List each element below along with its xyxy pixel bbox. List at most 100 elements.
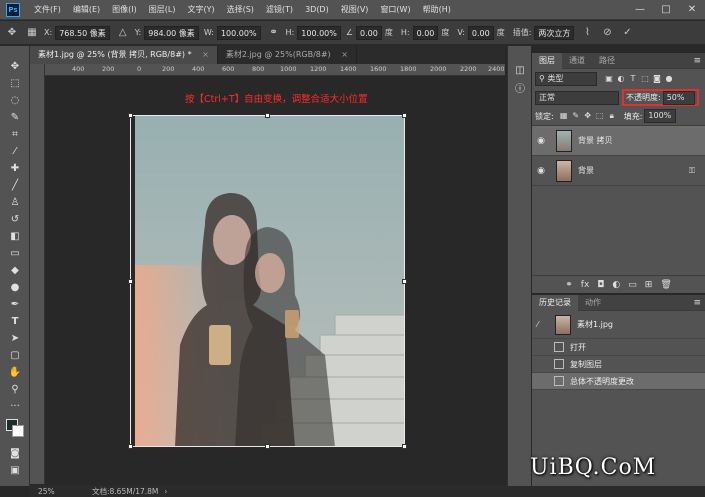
w-input[interactable]: 100.00% <box>216 25 261 40</box>
menu-filter[interactable]: 滤镜(T) <box>260 4 299 15</box>
shape-tool-icon[interactable]: ▢ <box>0 347 30 364</box>
filter-toggle-icon[interactable]: ● <box>663 73 675 85</box>
close-button[interactable]: ✕ <box>679 0 705 20</box>
horizontal-ruler[interactable]: 400 200 0 200 400 600 800 1000 1200 1400… <box>45 64 505 76</box>
layer-item-background[interactable]: ◉ 背景 ⚿ <box>532 156 705 186</box>
document-size[interactable]: 文档:8.65M/17.8M <box>92 486 158 497</box>
info-icon[interactable]: ⓘ <box>508 79 532 96</box>
crop-tool-icon[interactable]: ⌗ <box>0 126 30 143</box>
link-layers-icon[interactable]: ⚭ <box>565 280 573 290</box>
transform-handle-left[interactable] <box>128 279 133 284</box>
quick-mask-icon[interactable]: ◙ <box>0 445 30 462</box>
lock-all-icon[interactable]: 🔒︎ <box>606 110 618 122</box>
v-skew-input[interactable]: 0.00 <box>467 25 494 40</box>
stamp-tool-icon[interactable]: ♙ <box>0 194 30 211</box>
free-transform-bounding-box[interactable] <box>128 113 407 449</box>
blur-tool-icon[interactable]: ◆ <box>0 262 30 279</box>
lock-position-icon[interactable]: ✥ <box>582 110 594 122</box>
menu-image[interactable]: 图像(I) <box>106 4 143 15</box>
interp-select[interactable]: 两次立方 <box>534 25 575 40</box>
tab-close-icon[interactable]: × <box>202 50 209 59</box>
move-tool-icon[interactable]: ✥ <box>0 58 30 75</box>
status-arrow-icon[interactable]: › <box>164 487 167 496</box>
vertical-ruler[interactable] <box>30 64 45 484</box>
history-item[interactable]: 复制图层 <box>532 356 705 373</box>
filter-type-icon[interactable]: T <box>627 73 639 85</box>
delete-layer-icon[interactable]: 🗑︎ <box>660 280 671 290</box>
history-brush-tool-icon[interactable]: ↺ <box>0 211 30 228</box>
eraser-tool-icon[interactable]: ◧ <box>0 228 30 245</box>
add-mask-icon[interactable]: ◘ <box>597 280 604 290</box>
lock-artboard-icon[interactable]: ⬚ <box>594 110 606 122</box>
history-snapshot[interactable]: ⁄ 素材1.jpg <box>532 311 705 339</box>
menu-3d[interactable]: 3D(D) <box>299 5 335 14</box>
marquee-tool-icon[interactable]: ⬚ <box>0 75 30 92</box>
pen-tool-icon[interactable]: ✒ <box>0 296 30 313</box>
new-group-icon[interactable]: ▭ <box>628 280 637 290</box>
gradient-tool-icon[interactable]: ▭ <box>0 245 30 262</box>
transform-handle-bottom-right[interactable] <box>402 444 407 449</box>
visibility-eye-icon[interactable]: ◉ <box>532 166 550 176</box>
angle-input[interactable]: 0.00 <box>356 25 382 40</box>
reference-point-icon[interactable]: ▦ <box>24 25 40 41</box>
panel-menu-icon[interactable]: ≡ <box>693 298 701 308</box>
visibility-eye-icon[interactable]: ◉ <box>532 136 550 146</box>
transform-handle-top[interactable] <box>265 113 270 118</box>
x-input[interactable]: 768.50 像素 <box>55 25 110 40</box>
warp-icon[interactable]: ⌇ <box>579 25 595 41</box>
transform-handle-bottom[interactable] <box>265 444 270 449</box>
transform-handle-top-right[interactable] <box>402 113 407 118</box>
transform-handle-bottom-left[interactable] <box>128 444 133 449</box>
menu-type[interactable]: 文字(Y) <box>181 4 220 15</box>
move-tool-preset-icon[interactable]: ✥ <box>4 25 20 41</box>
adjustment-layer-icon[interactable]: ◐ <box>612 280 620 290</box>
opacity-input[interactable]: 50% <box>662 90 695 105</box>
type-tool-icon[interactable]: T <box>0 313 30 330</box>
relative-position-icon[interactable]: △ <box>115 25 131 41</box>
tab-paths[interactable]: 路径 <box>592 53 622 69</box>
tab-actions[interactable]: 动作 <box>578 295 608 311</box>
dodge-tool-icon[interactable]: ● <box>0 279 30 296</box>
layer-style-icon[interactable]: fx <box>581 280 590 290</box>
zoom-level[interactable]: 25% <box>38 487 78 496</box>
more-tools-icon[interactable]: ··· <box>0 398 30 415</box>
fill-input[interactable]: 100% <box>644 109 677 123</box>
commit-transform-icon[interactable]: ✓ <box>619 25 635 41</box>
lasso-tool-icon[interactable]: ◌ <box>0 92 30 109</box>
zoom-tool-icon[interactable]: ⚲ <box>0 381 30 398</box>
tab-document-1[interactable]: 素材1.jpg @ 25% (背景 拷贝, RGB/8#) * × <box>30 46 218 64</box>
blend-mode-select[interactable]: 正常 <box>535 90 619 105</box>
filter-smart-object-icon[interactable]: ◙ <box>651 73 663 85</box>
filter-adjustment-icon[interactable]: ◐ <box>615 73 627 85</box>
panel-menu-icon[interactable]: ≡ <box>693 56 701 66</box>
cancel-transform-icon[interactable]: ⊘ <box>599 25 615 41</box>
screen-mode-icon[interactable]: ▣ <box>0 462 30 479</box>
menu-help[interactable]: 帮助(H) <box>417 4 457 15</box>
h-input[interactable]: 100.00% <box>297 25 341 40</box>
tab-channels[interactable]: 通道 <box>562 53 592 69</box>
menu-select[interactable]: 选择(S) <box>221 4 260 15</box>
tab-history[interactable]: 历史记录 <box>532 294 578 311</box>
lock-transparent-icon[interactable]: ▦ <box>558 110 570 122</box>
transform-handle-right[interactable] <box>402 279 407 284</box>
canvas-area[interactable]: 按【Ctrl+T】自由变换，调整合适大小位置 <box>45 77 505 484</box>
tab-close-icon[interactable]: × <box>341 50 348 59</box>
transform-handle-top-left[interactable] <box>128 113 133 118</box>
libraries-icon[interactable]: ◫ <box>508 62 532 79</box>
menu-file[interactable]: 文件(F) <box>28 4 67 15</box>
tab-document-2[interactable]: 素材2.jpg @ 25%(RGB/8#) × <box>218 46 357 64</box>
link-icon[interactable]: ⚭ <box>266 25 282 41</box>
filter-pixel-icon[interactable]: ▣ <box>603 73 615 85</box>
hand-tool-icon[interactable]: ✋ <box>0 364 30 381</box>
lock-pixels-icon[interactable]: ✎ <box>570 110 582 122</box>
filter-shape-icon[interactable]: ⬚ <box>639 73 651 85</box>
eyedropper-tool-icon[interactable]: ⁄ <box>0 143 30 160</box>
healing-brush-tool-icon[interactable]: ✚ <box>0 160 30 177</box>
minimize-button[interactable]: — <box>627 0 653 20</box>
menu-window[interactable]: 窗口(W) <box>374 4 416 15</box>
maximize-button[interactable]: □ <box>653 0 679 20</box>
tab-layers[interactable]: 图层 <box>532 52 562 69</box>
path-select-tool-icon[interactable]: ➤ <box>0 330 30 347</box>
color-swatches-icon[interactable] <box>0 415 30 445</box>
y-input[interactable]: 984.00 像素 <box>144 25 199 40</box>
